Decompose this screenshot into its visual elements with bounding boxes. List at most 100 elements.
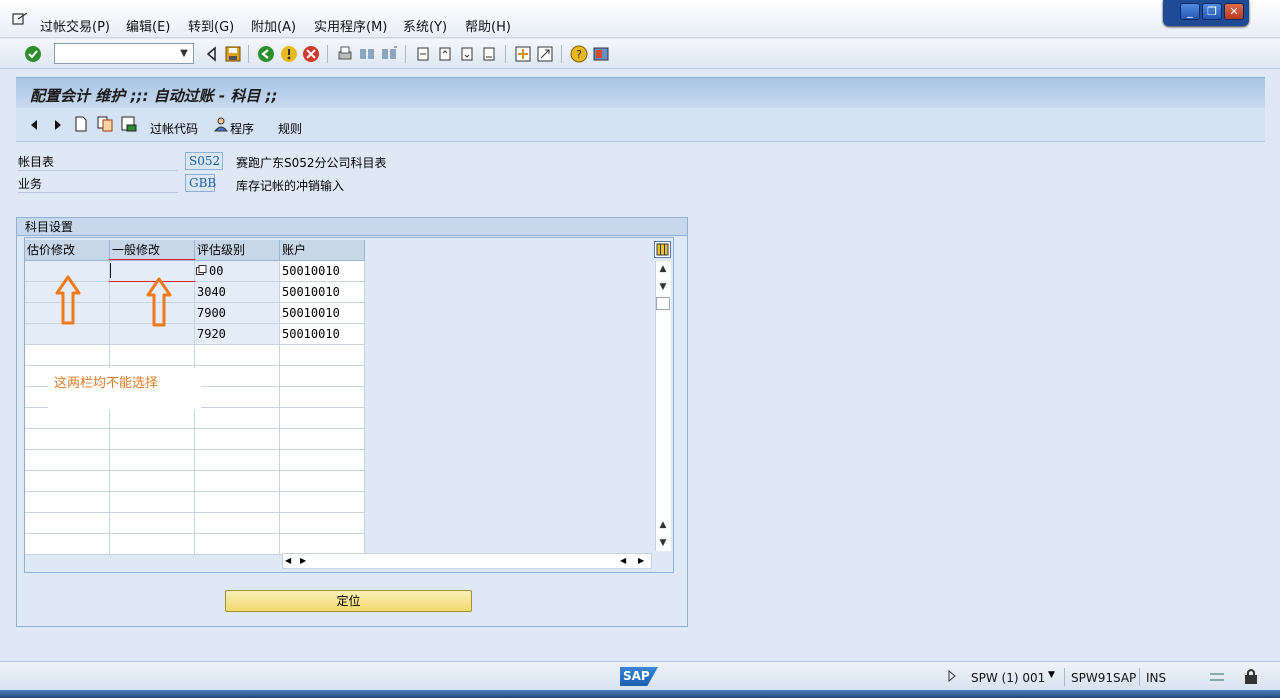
svg-text:?: ?: [576, 48, 582, 61]
program-button[interactable]: 程序: [230, 120, 254, 137]
previous-page-icon[interactable]: [436, 45, 454, 63]
table-cell: [280, 345, 365, 366]
col-header-general-modif[interactable]: 一般修改: [110, 240, 195, 261]
create-session-icon[interactable]: [514, 45, 532, 63]
next-entry-icon[interactable]: [52, 118, 64, 132]
table-cell: 7920: [195, 324, 280, 345]
delete-entry-icon[interactable]: [121, 116, 137, 132]
table-cell[interactable]: 50010010: [280, 324, 365, 345]
scroll-left-icon[interactable]: ◀: [285, 556, 295, 566]
horizontal-scrollbar[interactable]: [282, 553, 652, 569]
page-up-icon[interactable]: ▲: [656, 518, 670, 532]
scroll-left-end-icon[interactable]: ◀: [620, 556, 630, 566]
table-cell: [25, 492, 110, 513]
arrow-up-annotation-icon: [55, 275, 81, 325]
scroll-right-end-icon[interactable]: ▶: [638, 556, 648, 566]
menu-goto[interactable]: 转到(G): [188, 16, 234, 35]
table-cell: [280, 429, 365, 450]
copy-entry-icon[interactable]: [97, 116, 113, 132]
table-cell: [195, 492, 280, 513]
enter-check-icon[interactable]: [24, 45, 42, 63]
table-cell: [25, 345, 110, 366]
find-next-icon[interactable]: [380, 45, 398, 63]
transaction-field: GBB: [185, 174, 216, 192]
chart-of-accounts-description: 赛跑广东S052分公司科目表: [236, 156, 387, 170]
table-cell: [25, 471, 110, 492]
table-cell: [195, 387, 280, 408]
print-icon[interactable]: [336, 45, 354, 63]
table-cell: [110, 408, 195, 429]
scroll-right-icon[interactable]: ▶: [300, 556, 310, 566]
menu-system[interactable]: 系统(Y): [403, 16, 447, 35]
first-page-icon[interactable]: [414, 45, 432, 63]
sap-logo: SAP: [620, 667, 658, 686]
customize-layout-icon[interactable]: [592, 45, 610, 63]
scroll-thumb[interactable]: [656, 297, 670, 310]
new-entry-icon[interactable]: [74, 116, 88, 132]
table-cell: [195, 408, 280, 429]
session-info: SPW (1) 001: [971, 671, 1046, 685]
title-bar: 配置会计 维护 ;;: 自动过账 - 科目 ;;: [16, 77, 1265, 108]
transaction-description: 库存记帐的冲销输入: [236, 179, 345, 193]
col-header-valuation-modif[interactable]: 估价修改: [25, 240, 110, 261]
status-expand-icon[interactable]: [947, 670, 957, 682]
next-page-icon[interactable]: [458, 45, 476, 63]
session-dropdown-icon[interactable]: ▼: [1048, 670, 1055, 680]
exit-icon[interactable]: [280, 45, 298, 63]
menu-entry-icon[interactable]: [12, 12, 28, 26]
page-title: 配置会计 维护 ;;: 自动过账 - 科目 ;;: [30, 87, 278, 105]
help-icon[interactable]: ?: [570, 45, 588, 63]
close-button[interactable]: ✕: [1224, 3, 1244, 20]
back-icon[interactable]: [257, 45, 275, 63]
table-cell[interactable]: 50010010: [280, 261, 365, 282]
scroll-down-icon[interactable]: ▼: [656, 280, 670, 294]
lock-icon[interactable]: [1242, 668, 1260, 685]
back-triangle-icon[interactable]: [203, 45, 221, 63]
table-cell[interactable]: 50010010: [280, 303, 365, 324]
table-settings-icon[interactable]: [654, 241, 671, 258]
menu-edit[interactable]: 编辑(E): [126, 16, 170, 35]
insert-mode: INS: [1146, 671, 1167, 685]
table-cell: 3040: [195, 282, 280, 303]
find-icon[interactable]: [358, 45, 376, 63]
chart-of-accounts-label: 帐目表: [18, 153, 178, 171]
chart-of-accounts-field: S052: [185, 152, 223, 170]
last-page-icon[interactable]: [480, 45, 498, 63]
rules-button[interactable]: 规则: [278, 120, 302, 137]
arrow-up-annotation-icon: [146, 277, 172, 327]
restore-button[interactable]: ❐: [1202, 3, 1222, 20]
posting-code-button[interactable]: 过帐代码: [150, 120, 198, 137]
window-controls: _ ❐ ✕: [1163, 0, 1249, 26]
command-field[interactable]: ▼: [54, 43, 194, 64]
table-cell: [195, 429, 280, 450]
locate-button[interactable]: 定位: [225, 590, 472, 612]
table-cell: [110, 450, 195, 471]
table-cell: [280, 492, 365, 513]
scroll-up-icon[interactable]: ▲: [656, 262, 670, 276]
windows-taskbar: [0, 690, 1280, 698]
col-header-valuation-class[interactable]: 评估级别: [195, 240, 280, 261]
save-icon[interactable]: [224, 45, 242, 63]
table-cell: [280, 450, 365, 471]
table-cell[interactable]: 50010010: [280, 282, 365, 303]
connection-icon: [1210, 673, 1224, 681]
menu-posting-transaction[interactable]: 过帐交易(P): [40, 16, 110, 35]
table-cell: [110, 345, 195, 366]
command-dropdown-icon[interactable]: ▼: [176, 45, 192, 62]
menu-help[interactable]: 帮助(H): [465, 16, 511, 35]
table-cell: [25, 534, 110, 555]
col-header-account[interactable]: 账户: [280, 240, 365, 261]
page-down-icon[interactable]: ▼: [656, 536, 670, 550]
table-cell: [25, 408, 110, 429]
cancel-icon[interactable]: [302, 45, 320, 63]
shortcut-icon[interactable]: [536, 45, 554, 63]
minimize-button[interactable]: _: [1180, 3, 1200, 20]
table-cell: [195, 513, 280, 534]
table-cell: [280, 534, 365, 555]
status-bar: SAP SPW (1) 001 ▼ SPW91SAP INS: [0, 661, 1280, 691]
previous-entry-icon[interactable]: [28, 118, 40, 132]
table-cell: [25, 513, 110, 534]
menu-extras[interactable]: 附加(A): [251, 16, 296, 35]
annotation-text: 这两栏均不能选择: [54, 376, 159, 391]
menu-utilities[interactable]: 实用程序(M): [314, 16, 387, 35]
